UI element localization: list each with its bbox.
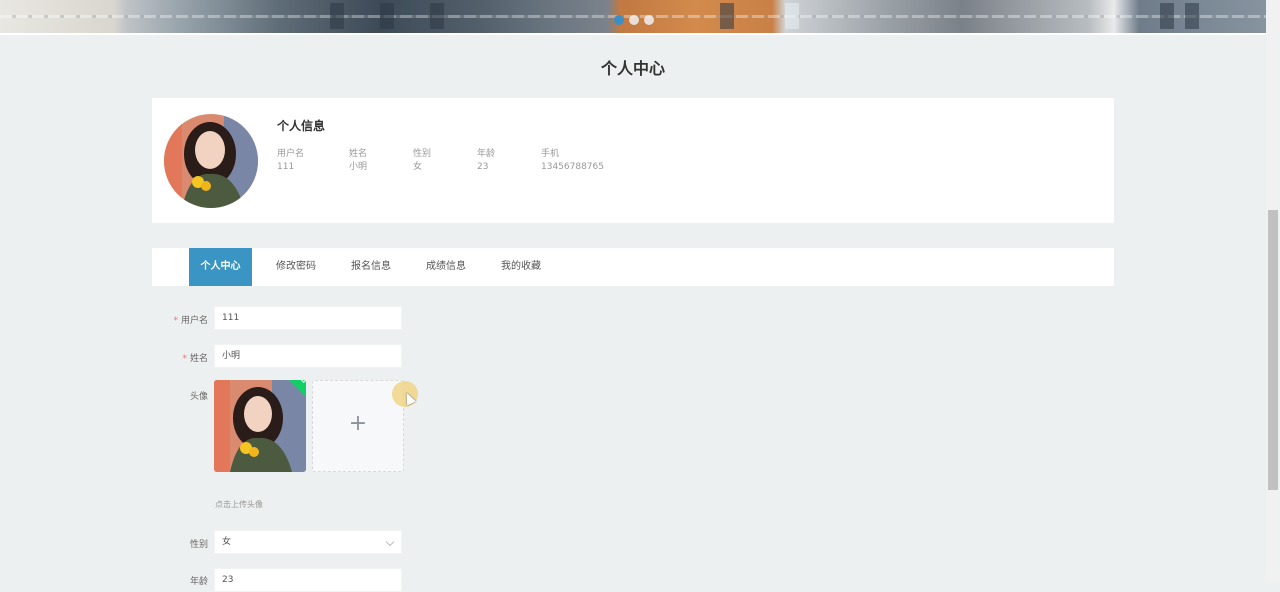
gender-select[interactable]: 女 <box>214 530 402 554</box>
avatar-photo <box>164 114 258 208</box>
uploaded-avatar-photo <box>214 380 306 472</box>
banner-window <box>330 3 344 29</box>
tab-change-password[interactable]: 修改密码 <box>262 248 330 286</box>
info-field-gender: 性别 女 <box>413 148 477 174</box>
info-label: 用户名 <box>277 149 305 159</box>
avatar-label: 头像 <box>189 392 208 402</box>
age-field[interactable]: 23 <box>214 568 402 592</box>
profile-info-grid: 用户名 111 姓名 小明 性别 女 年龄 23 手机 13456788765 <box>277 148 631 174</box>
tab-my-favorites[interactable]: 我的收藏 <box>487 248 555 286</box>
plus-icon: + <box>348 411 368 436</box>
info-label: 年龄 <box>477 149 496 159</box>
tab-registration-info[interactable]: 报名信息 <box>337 248 405 286</box>
info-value: 23 <box>477 162 489 172</box>
info-field-phone: 手机 13456788765 <box>541 148 631 174</box>
info-field-name: 姓名 小明 <box>349 148 413 174</box>
gender-selected-value: 女 <box>222 537 232 547</box>
scrollbar-thumb[interactable] <box>1268 210 1278 490</box>
banner-window <box>785 3 799 29</box>
info-field-age: 年龄 23 <box>477 148 541 174</box>
age-label: 年龄 <box>189 577 208 587</box>
avatar-upload-button[interactable]: + <box>312 380 404 472</box>
username-label-text: 用户名 <box>180 316 208 326</box>
carousel-dot[interactable] <box>614 15 624 25</box>
tab-score-info[interactable]: 成绩信息 <box>412 248 480 286</box>
page-scrollbar[interactable] <box>1266 0 1280 582</box>
info-value: 女 <box>413 162 423 172</box>
name-label: * 姓名 <box>152 351 208 364</box>
page-title: 个人中心 <box>600 59 665 78</box>
carousel-indicators <box>614 15 654 25</box>
carousel-dot[interactable] <box>629 15 639 25</box>
profile-card: 个人信息 用户名 111 姓名 小明 性别 女 年龄 23 手机 1345678… <box>152 98 1114 223</box>
banner-carousel[interactable] <box>0 0 1266 33</box>
info-label: 手机 <box>541 149 560 159</box>
username-field[interactable]: 111 <box>214 306 402 330</box>
info-value: 13456788765 <box>541 162 604 172</box>
name-field[interactable]: 小明 <box>214 344 402 368</box>
gender-label: 性别 <box>189 540 208 550</box>
required-mark: * <box>173 316 178 326</box>
avatar <box>164 114 258 208</box>
name-label-text: 姓名 <box>189 354 208 364</box>
profile-info-title: 个人信息 <box>277 119 326 133</box>
uploaded-avatar[interactable] <box>214 380 306 472</box>
banner-divider <box>0 33 1266 35</box>
carousel-dot[interactable] <box>644 15 654 25</box>
banner-window <box>430 3 444 29</box>
info-value: 111 <box>277 162 295 172</box>
upload-hint: 点击上传头像 <box>215 500 263 509</box>
banner-window <box>720 3 734 29</box>
profile-tabs: 个人中心 修改密码 报名信息 成绩信息 我的收藏 <box>152 248 1114 286</box>
info-field-username: 用户名 111 <box>277 148 349 174</box>
required-mark: * <box>182 354 187 364</box>
info-value: 小明 <box>349 162 368 172</box>
username-label: * 用户名 <box>152 313 208 326</box>
info-label: 性别 <box>413 149 432 159</box>
banner-window <box>380 3 394 29</box>
info-label: 姓名 <box>349 149 368 159</box>
banner-window <box>1160 3 1174 29</box>
tab-personal-center[interactable]: 个人中心 <box>189 248 252 286</box>
banner-window <box>1185 3 1199 29</box>
chevron-down-icon <box>385 537 395 547</box>
